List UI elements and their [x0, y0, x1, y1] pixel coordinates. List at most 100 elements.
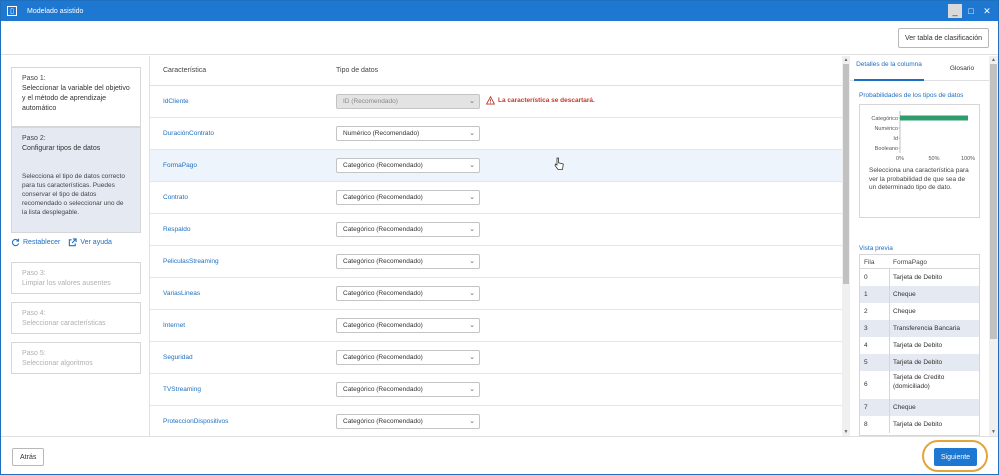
step-title: Configurar tipos de datos [22, 145, 101, 152]
data-type-value: Categórico (Recomendado) [343, 322, 423, 329]
preview-row-index: 4 [864, 342, 868, 349]
table-row[interactable]: VariasLineas Categórico (Recomendado) ⌄ [150, 278, 842, 310]
probability-chart: Categórico Numérico Id Booleano 0% 50% 100% [871, 111, 975, 162]
table-row[interactable]: FormaPago Categórico (Recomendado) ⌄ [150, 150, 842, 182]
preview-row-value: Cheque [893, 291, 916, 298]
preview-row-index: 0 [864, 274, 868, 281]
external-link-icon [69, 238, 77, 247]
step-number: Paso 1: [22, 75, 46, 82]
step-1[interactable]: Paso 1: Seleccionar la variable del obje… [11, 67, 141, 127]
feature-name: VariasLineas [163, 290, 201, 297]
preview-row: 6 Tarjeta de Credito (domiciliado) [860, 371, 979, 399]
preview-row: 8 Tarjeta de Debito [860, 416, 979, 433]
assisted-modeling-window: ▯ Modelado asistido _ □ ✕ Ver tabla de c… [0, 0, 999, 475]
chevron-down-icon: ⌄ [469, 418, 475, 425]
step-4: Paso 4: Seleccionar características [11, 302, 141, 334]
preview-row-index: 5 [864, 359, 868, 366]
preview-table: Fila FormaPago 0 Tarjeta de Debito 1 Che… [859, 254, 980, 436]
data-type-value: Categórico (Recomendado) [343, 162, 423, 169]
help-link[interactable]: Ver ayuda [68, 238, 112, 247]
preview-row-index: 1 [864, 291, 868, 298]
preview-row-index: 7 [864, 404, 868, 411]
tab-glossary[interactable]: Glosario [942, 64, 982, 73]
chevron-down-icon: ⌄ [469, 162, 475, 169]
data-type-value: Categórico (Recomendado) [343, 386, 423, 393]
scroll-thumb[interactable] [990, 64, 997, 339]
table-row[interactable]: IdCliente ID (Recomendado) ⌄ La caracter… [150, 86, 842, 118]
chevron-down-icon: ⌄ [469, 354, 475, 361]
chevron-down-icon: ⌄ [469, 258, 475, 265]
maximize-button[interactable]: □ [964, 4, 978, 18]
data-type-select[interactable]: Categórico (Recomendado) ⌄ [336, 414, 480, 429]
leaderboard-button[interactable]: Ver tabla de clasificación [897, 28, 989, 48]
table-row[interactable]: Internet Categórico (Recomendado) ⌄ [150, 310, 842, 342]
title-bar: ▯ Modelado asistido _ □ ✕ [1, 1, 998, 21]
data-type-value: Categórico (Recomendado) [343, 418, 423, 425]
next-button[interactable]: Siguiente [934, 448, 977, 466]
data-type-select[interactable]: Categórico (Recomendado) ⌄ [336, 286, 480, 301]
scroll-down-icon[interactable]: ▼ [989, 428, 998, 436]
feature-name: Contrato [163, 194, 188, 201]
bottom-bar: Atrás Siguiente [1, 436, 998, 475]
step-number: Paso 4: [22, 310, 46, 317]
preview-row-value: Tarjeta de Debito [893, 274, 943, 281]
table-row[interactable]: Seguridad Categórico (Recomendado) ⌄ [150, 342, 842, 374]
preview-row: 4 Tarjeta de Debito [860, 337, 979, 354]
scroll-down-icon[interactable]: ▼ [842, 428, 850, 436]
data-type-select[interactable]: Categórico (Recomendado) ⌄ [336, 318, 480, 333]
step-2[interactable]: Paso 2: Configurar tipos de datos Selecc… [11, 127, 141, 233]
chevron-down-icon: ⌄ [469, 386, 475, 393]
probabilities-hint: Selecciona una característica para ver l… [869, 167, 969, 191]
tab-column-details[interactable]: Detalles de la columna [854, 60, 924, 81]
details-scrollbar[interactable]: ▲ ▼ [989, 56, 998, 436]
preview-row: 7 Cheque [860, 399, 979, 416]
data-type-select[interactable]: Categórico (Recomendado) ⌄ [336, 350, 480, 365]
data-type-select[interactable]: Categórico (Recomendado) ⌄ [336, 158, 480, 173]
warning-icon [486, 96, 495, 105]
data-types-table: Característica Tipo de datos IdCliente I… [150, 56, 842, 436]
table-scrollbar[interactable]: ▲ ▼ [842, 56, 850, 436]
step-number: Paso 5: [22, 350, 46, 357]
step-number: Paso 2: [22, 135, 46, 142]
scroll-up-icon[interactable]: ▲ [989, 56, 998, 64]
table-row[interactable]: ProteccionDispositivos Categórico (Recom… [150, 406, 842, 436]
feature-name: Internet [163, 322, 186, 329]
preview-row-index: 6 [864, 381, 868, 388]
data-type-value: Categórico (Recomendado) [343, 290, 423, 297]
top-toolbar: Ver tabla de clasificación [1, 21, 998, 55]
table-row[interactable]: DuraciónContrato Numérico (Recomendado) … [150, 118, 842, 150]
step-number: Paso 3: [22, 270, 46, 277]
preview-title: Vista previa [859, 245, 893, 252]
minimize-button[interactable]: _ [948, 4, 962, 18]
preview-value-header: FormaPago [893, 259, 927, 266]
data-type-value: ID (Recomendado) [343, 98, 398, 105]
close-button[interactable]: ✕ [980, 4, 994, 18]
data-type-select[interactable]: Categórico (Recomendado) ⌄ [336, 254, 480, 269]
table-row[interactable]: TVStreaming Categórico (Recomendado) ⌄ [150, 374, 842, 406]
preview-row-value: Tarjeta de Debito [893, 342, 943, 349]
chart-category-label: Numérico [874, 126, 898, 132]
window-title: Modelado asistido [27, 7, 84, 15]
chevron-down-icon: ⌄ [469, 226, 475, 233]
table-row[interactable]: Contrato Categórico (Recomendado) ⌄ [150, 182, 842, 214]
scroll-up-icon[interactable]: ▲ [842, 56, 850, 64]
table-row[interactable]: PeliculasStreaming Categórico (Recomenda… [150, 246, 842, 278]
data-type-select[interactable]: Categórico (Recomendado) ⌄ [336, 222, 480, 237]
table-row[interactable]: Respaldo Categórico (Recomendado) ⌄ [150, 214, 842, 246]
reset-link[interactable]: Restablecer [11, 238, 60, 247]
preview-row: 5 Tarjeta de Debito [860, 354, 979, 371]
data-type-select[interactable]: Numérico (Recomendado) ⌄ [336, 126, 480, 141]
chart-x-tick-label: 0% [896, 156, 904, 162]
back-button[interactable]: Atrás [12, 448, 45, 466]
scroll-thumb[interactable] [843, 64, 849, 284]
data-type-select[interactable]: Categórico (Recomendado) ⌄ [336, 382, 480, 397]
preview-row: 3 Transferencia Bancaria [860, 320, 979, 337]
preview-row: 0 Tarjeta de Debito [860, 269, 979, 286]
steps-panel: Paso 1: Seleccionar la variable del obje… [1, 56, 150, 436]
data-type-select[interactable]: Categórico (Recomendado) ⌄ [336, 190, 480, 205]
preview-row-value: Transferencia Bancaria [893, 325, 960, 332]
chevron-down-icon: ⌄ [469, 194, 475, 201]
chart-category-label: Id [893, 136, 898, 142]
preview-row-index: 2 [864, 308, 868, 315]
table-header: Característica Tipo de datos [150, 56, 842, 86]
